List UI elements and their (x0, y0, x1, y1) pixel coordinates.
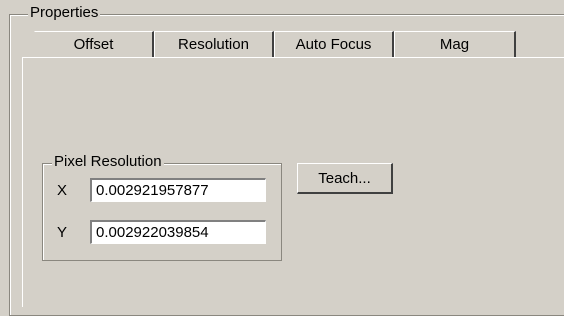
frame-highlight (10, 57, 11, 297)
tab-auto-focus[interactable]: Auto Focus (274, 31, 394, 57)
tab-offset[interactable]: Offset (34, 31, 154, 57)
tab-resolution[interactable]: Resolution (154, 31, 274, 57)
tab-mag[interactable]: Mag (394, 31, 516, 57)
teach-button[interactable]: Teach... (297, 163, 393, 194)
y-resolution-field[interactable]: 0.002922039854 (90, 220, 266, 244)
y-label: Y (57, 224, 68, 241)
x-label: X (57, 182, 68, 199)
pixel-resolution-label: Pixel Resolution (52, 153, 164, 171)
x-resolution-field[interactable]: 0.002921957877 (90, 178, 266, 202)
properties-group-label: Properties (28, 4, 101, 22)
